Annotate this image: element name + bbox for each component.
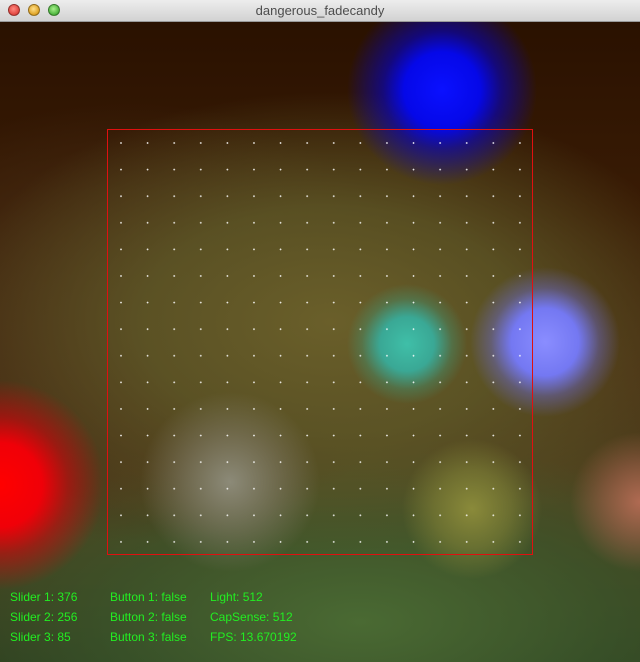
app-window: dangerous_fadecandy Slider 1: 376 Slider… xyxy=(0,0,640,662)
button-3-readout: Button 3: false xyxy=(110,630,187,644)
title-bar[interactable]: dangerous_fadecandy xyxy=(0,0,640,22)
light-readout: Light: 512 xyxy=(210,590,263,604)
button-1-readout: Button 1: false xyxy=(110,590,187,604)
slider-3-readout: Slider 3: 85 xyxy=(10,630,71,644)
led-grid-frame xyxy=(107,129,533,555)
capsense-readout: CapSense: 512 xyxy=(210,610,293,624)
fps-readout: FPS: 13.670192 xyxy=(210,630,297,644)
led-sample-dots xyxy=(108,130,532,554)
button-2-readout: Button 2: false xyxy=(110,610,187,624)
slider-2-readout: Slider 2: 256 xyxy=(10,610,78,624)
led-sketch-canvas[interactable]: Slider 1: 376 Slider 2: 256 Slider 3: 85… xyxy=(0,22,640,662)
slider-1-readout: Slider 1: 376 xyxy=(10,590,78,604)
window-title: dangerous_fadecandy xyxy=(255,3,385,18)
